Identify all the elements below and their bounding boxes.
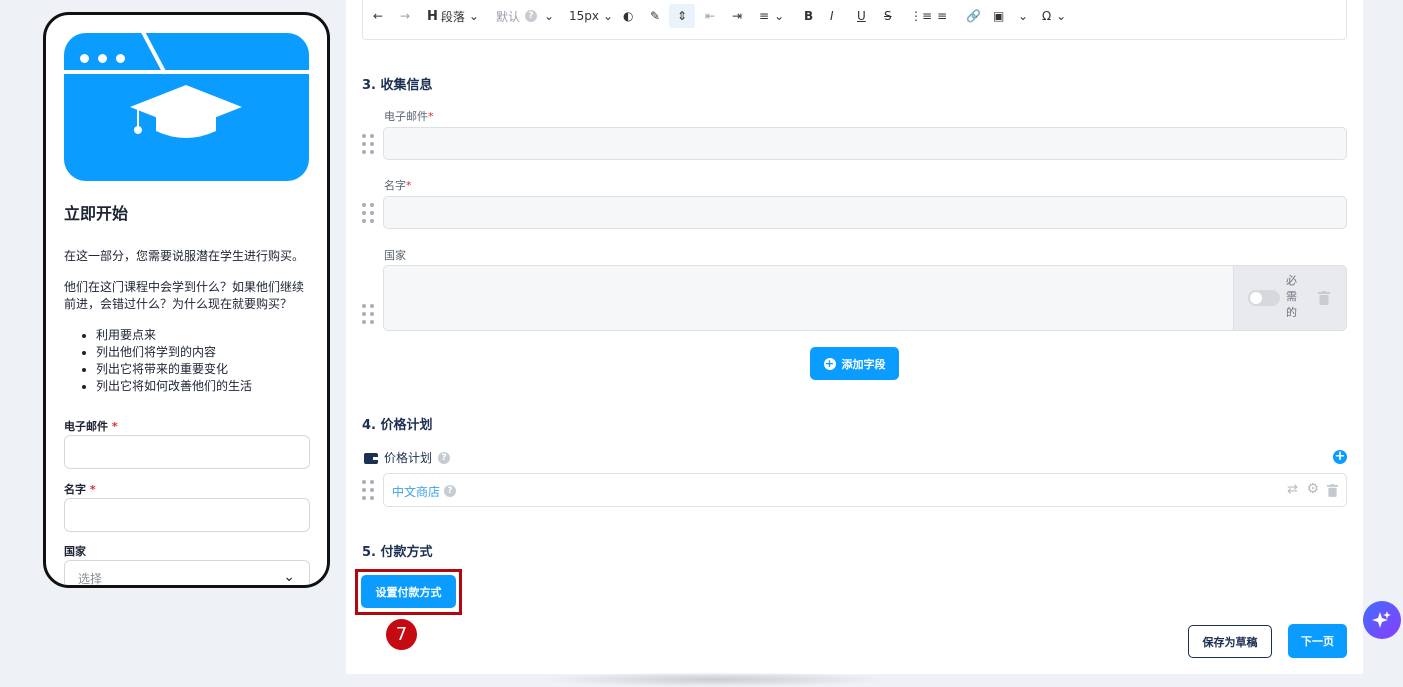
section-title-pricing: 4. 价格计划	[362, 418, 433, 433]
email-field[interactable]	[383, 127, 1347, 160]
more-dropdown[interactable]: ⌄	[1018, 4, 1028, 28]
preview-paragraph: 在这一部分，您需要说服潜在学生进行购买。	[64, 249, 305, 263]
paragraph-format-dropdown[interactable]: H 段落 ⌄	[427, 4, 479, 28]
drag-handle-icon[interactable]	[361, 134, 375, 154]
undo-icon[interactable]: ←	[373, 4, 383, 28]
strikethrough-icon[interactable]: S	[884, 4, 892, 28]
trash-icon[interactable]	[1327, 484, 1338, 497]
field-options: 必需的	[1233, 266, 1346, 330]
align-dropdown[interactable]: ≡ ⌄	[759, 4, 784, 28]
drag-handle-icon[interactable]	[361, 480, 375, 500]
font-size-dropdown[interactable]: 15px ⌄	[569, 4, 613, 28]
preview-name-label: 名字 *	[64, 483, 96, 496]
required-toggle[interactable]	[1248, 290, 1280, 306]
link-icon[interactable]: 🔗	[966, 4, 981, 28]
chevron-down-icon: ⌄	[544, 9, 555, 23]
rich-text-toolbar: ← → H 段落 ⌄ 默认? ⌄ 15px ⌄ ◐ ✎ ⇕ ⇤ ⇥ ≡ ⌄ B I U S…	[362, 0, 1347, 40]
help-icon: ?	[525, 10, 538, 22]
numbered-list-icon[interactable]: ≡	[937, 4, 947, 28]
trash-icon[interactable]	[1318, 291, 1330, 305]
help-icon: ?	[444, 485, 456, 497]
section-title-collect-info: 3. 收集信息	[362, 78, 433, 93]
preview-country-select[interactable]: 选择 ⌄	[64, 560, 310, 585]
name-field-label: 名字*	[384, 179, 412, 192]
sparkle-icon	[1372, 611, 1391, 628]
swap-icon[interactable]: ⇄	[1287, 482, 1298, 497]
name-field[interactable]	[383, 196, 1347, 229]
gear-icon[interactable]: ⚙	[1306, 481, 1319, 497]
save-draft-button[interactable]: 保存为草稿	[1188, 625, 1272, 658]
required-toggle-label: 必需的	[1286, 274, 1297, 319]
preview-title: 立即开始	[64, 204, 129, 223]
bottom-shadow	[540, 672, 890, 687]
redo-icon[interactable]: →	[400, 4, 410, 28]
email-field-label: 电子邮件*	[384, 110, 434, 123]
wallet-icon	[364, 452, 378, 464]
course-editor-panel: ← → H 段落 ⌄ 默认? ⌄ 15px ⌄ ◐ ✎ ⇕ ⇤ ⇥ ≡ ⌄ B I U S…	[346, 0, 1363, 674]
list-item: 利用要点来	[64, 327, 314, 344]
pricing-plan-header: 价格计划 ?	[364, 449, 451, 466]
add-field-button[interactable]: + 添加字段	[810, 347, 899, 380]
country-field-label: 国家	[384, 249, 406, 262]
highlight-icon[interactable]: ✎	[650, 4, 660, 28]
palette-icon[interactable]: ◐	[623, 4, 633, 28]
preview-country-label: 国家	[64, 545, 86, 558]
preview-bullet-list: 利用要点来 列出他们将学到的内容 列出它将带来的重要变化 列出它将如何改善他们的…	[64, 327, 314, 395]
chevron-down-icon: ⌄	[774, 9, 785, 23]
bold-icon[interactable]: B	[804, 4, 813, 28]
highlight-box	[355, 569, 462, 615]
drag-handle-icon[interactable]	[361, 304, 375, 324]
underline-icon[interactable]: U	[857, 4, 866, 28]
omega-icon: Ω	[1042, 9, 1052, 23]
help-icon: ?	[438, 451, 451, 464]
image-icon[interactable]: ▣	[993, 4, 1004, 28]
next-page-button[interactable]: 下一页	[1288, 624, 1347, 658]
pricing-plan-row: 中文商店 ? ⇄ ⚙	[383, 473, 1347, 507]
chevron-down-icon: ⌄	[1018, 9, 1029, 23]
step-number-badge: 7	[386, 619, 417, 650]
chevron-down-icon: ⌄	[603, 9, 614, 23]
country-field[interactable]: 必需的	[383, 265, 1347, 331]
list-item: 列出它将带来的重要变化	[64, 361, 314, 378]
ai-assistant-button[interactable]	[1363, 601, 1401, 639]
line-height-icon[interactable]: ⇕	[669, 4, 695, 28]
course-hero-illustration	[64, 33, 309, 181]
section-title-payment: 5. 付款方式	[362, 545, 433, 560]
graduation-cap-icon	[130, 85, 242, 138]
align-left-icon: ≡	[759, 9, 770, 23]
chevron-down-icon: ⌄	[468, 9, 479, 23]
chevron-down-icon: ⌄	[283, 569, 295, 585]
list-item: 列出他们将学到的内容	[64, 344, 314, 361]
preview-paragraph: 他们在这门课程中会学到什么？如果他们继续前进，会错过什么？为什么现在就要购买？	[64, 280, 305, 311]
font-family-dropdown[interactable]: 默认? ⌄	[496, 4, 554, 28]
plan-name-link[interactable]: 中文商店	[392, 483, 440, 500]
preview-email-field[interactable]	[64, 435, 310, 469]
preview-email-label: 电子邮件 *	[64, 420, 118, 433]
preview-name-field[interactable]	[64, 498, 310, 532]
add-plan-icon[interactable]: +	[1333, 450, 1347, 464]
list-item: 列出它将如何改善他们的生活	[64, 378, 314, 395]
italic-icon[interactable]: I	[830, 4, 834, 28]
special-char-dropdown[interactable]: Ω ⌄	[1042, 4, 1066, 28]
mobile-preview: 立即开始 在这一部分，您需要说服潜在学生进行购买。 他们在这门课程中会学到什么？…	[43, 12, 330, 588]
heading-icon: H	[427, 8, 438, 24]
indent-icon[interactable]: ⇥	[732, 4, 742, 28]
bullet-list-icon[interactable]: ⋮≡	[910, 4, 932, 28]
outdent-icon[interactable]: ⇤	[705, 4, 715, 28]
drag-handle-icon[interactable]	[361, 203, 375, 223]
plus-circle-icon: +	[823, 356, 836, 370]
chevron-down-icon: ⌄	[1056, 9, 1067, 23]
